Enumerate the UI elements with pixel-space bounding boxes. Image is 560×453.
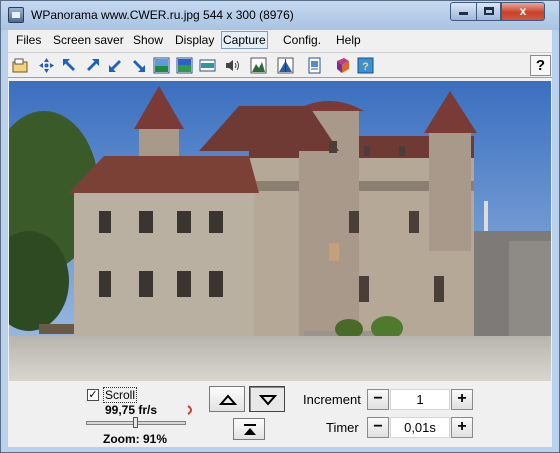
to-top-icon	[244, 424, 256, 435]
landscape-center-icon	[277, 57, 294, 74]
svg-text:?: ?	[362, 61, 369, 73]
increment-label: Increment	[303, 392, 361, 407]
panorama-fit-icon	[199, 59, 216, 72]
toolbar: ? ?	[8, 52, 552, 78]
scroll-checkbox[interactable]: ✓	[87, 389, 99, 401]
panorama-top-icon	[176, 57, 193, 74]
toolbar-panorama-top-button[interactable]	[174, 55, 195, 76]
scroll-down-left-icon	[109, 60, 121, 72]
scroll-down-button[interactable]	[249, 386, 285, 412]
timer-plus-button[interactable]: +	[451, 417, 473, 438]
toolbar-center-button[interactable]	[36, 55, 57, 76]
menu-bar: Files Screen saver Show Display Capture …	[8, 30, 552, 50]
toolbar-scroll-up-right-button[interactable]	[82, 55, 103, 76]
panorama-view[interactable]	[9, 81, 551, 381]
scroll-up-right-icon	[87, 59, 99, 71]
minimize-icon	[459, 12, 468, 15]
close-button[interactable]: x	[501, 2, 545, 21]
app-window: WPanorama www.CWER.ru.jpg 544 x 300 (897…	[0, 0, 560, 453]
timer-field[interactable]: 0,01s	[390, 417, 450, 438]
client-area: Files Screen saver Show Display Capture …	[8, 30, 552, 447]
scroll-top-button[interactable]	[233, 418, 265, 440]
menu-help[interactable]: Help	[335, 31, 362, 49]
toolbar-panorama-bottom-button[interactable]	[151, 55, 172, 76]
menu-config[interactable]: Config.	[282, 31, 322, 49]
minimize-button[interactable]	[450, 2, 476, 21]
toolbar-book-button[interactable]	[332, 55, 353, 76]
title-bar[interactable]: WPanorama www.CWER.ru.jpg 544 x 300 (897…	[1, 1, 559, 30]
toolbar-open-button[interactable]	[10, 55, 31, 76]
control-panel: ✓ Scroll 99,75 fr/s Zoom: 91% Increment …	[8, 382, 552, 447]
toolbar-panorama-fit-button[interactable]	[197, 55, 218, 76]
document-icon	[308, 57, 321, 74]
increment-plus-button[interactable]: +	[451, 389, 473, 410]
toolbar-landscape-button[interactable]	[248, 55, 269, 76]
scroll-label[interactable]: Scroll	[103, 387, 138, 403]
toolbar-document-button[interactable]	[304, 55, 325, 76]
frame-rate: 99,75 fr/s	[105, 403, 158, 417]
timer-label: Timer	[326, 420, 359, 435]
scroll-down-right-icon	[133, 60, 145, 72]
panorama-image	[9, 81, 551, 381]
scroll-up-left-icon	[63, 59, 75, 71]
toolbar-scroll-down-left-button[interactable]	[105, 55, 126, 76]
menu-capture[interactable]: Capture	[221, 31, 268, 49]
menu-show[interactable]: Show	[132, 31, 164, 49]
info-icon: ?	[357, 57, 374, 74]
sound-icon	[226, 60, 239, 71]
app-icon[interactable]	[8, 7, 24, 23]
activity-indicator-icon	[187, 405, 192, 415]
open-icon	[12, 58, 28, 73]
timer-minus-button[interactable]: −	[367, 417, 389, 438]
maximize-button[interactable]	[476, 2, 501, 21]
zoom-label: Zoom: 91%	[103, 432, 168, 446]
menu-screen-saver[interactable]: Screen saver	[52, 31, 125, 49]
triangle-down-icon	[258, 395, 278, 406]
triangle-up-icon	[218, 394, 238, 405]
window-title: WPanorama www.CWER.ru.jpg 544 x 300 (897…	[31, 8, 294, 22]
help-button[interactable]: ?	[530, 55, 551, 76]
landscape-icon	[250, 57, 267, 74]
scroll-up-button[interactable]	[209, 386, 245, 412]
maximize-icon	[483, 7, 494, 15]
center-view-icon	[39, 58, 54, 73]
toolbar-info-button[interactable]: ?	[355, 55, 376, 76]
book-icon	[337, 58, 349, 73]
menu-display[interactable]: Display	[174, 31, 215, 49]
panorama-bottom-icon	[153, 57, 170, 74]
close-icon: x	[519, 4, 527, 18]
menu-files[interactable]: Files	[15, 31, 42, 49]
toolbar-scroll-down-right-button[interactable]	[128, 55, 149, 76]
toolbar-landscape-center-button[interactable]	[275, 55, 296, 76]
increment-minus-button[interactable]: −	[367, 389, 389, 410]
zoom-slider-thumb[interactable]	[133, 417, 138, 428]
toolbar-sound-button[interactable]	[222, 55, 243, 76]
toolbar-scroll-up-left-button[interactable]	[59, 55, 80, 76]
increment-field[interactable]: 1	[390, 389, 450, 410]
